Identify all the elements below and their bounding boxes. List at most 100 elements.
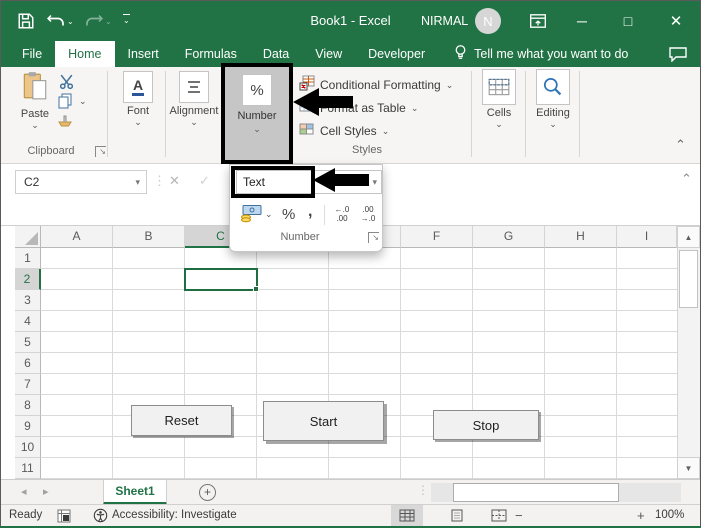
zoom-level[interactable]: 100% [655,509,684,521]
number-dialog-launcher[interactable]: ↘ [368,232,379,243]
row-header-9[interactable]: 9 [15,416,41,437]
alignment-icon [179,71,209,103]
collapse-ribbon-icon[interactable]: ⌃ [675,137,686,153]
cells-group-button[interactable]: Cells ⌄ [475,69,523,129]
alignment-group-label: Alignment [169,105,219,117]
number-format-dropdown-icon[interactable]: ▾ [372,171,377,193]
view-page-break-button[interactable] [483,505,515,526]
row-header-5[interactable]: 5 [15,332,41,353]
format-painter-icon[interactable] [57,113,73,134]
ribbon-separator [579,71,580,157]
tab-view[interactable]: View [302,41,355,67]
styles-group-label: Styles [352,144,382,156]
fill-handle[interactable] [253,286,259,292]
stop-button[interactable]: Stop [433,410,539,440]
worksheet-cells[interactable] [41,248,677,479]
row-header-10[interactable]: 10 [15,437,41,458]
enter-icon[interactable]: ✓ [199,173,210,189]
clipboard-dialog-launcher[interactable]: ↘ [95,146,106,157]
copy-icon[interactable] [57,92,73,114]
popup-number-label: Number [280,231,320,243]
macro-record-icon[interactable] [57,509,71,526]
number-group-button-highlighted[interactable]: % Number ⌄ [221,63,293,164]
font-group-label: Font [126,105,149,117]
cells-group-label: Cells [486,107,512,119]
row-header-8[interactable]: 8 [15,395,41,416]
column-header-f[interactable]: F [401,226,473,248]
column-header-h[interactable]: H [545,226,617,248]
tab-scroll-grip-icon[interactable]: ⋮ [417,483,429,497]
accounting-dropdown-icon[interactable]: ⌄ [265,210,273,219]
conditional-formatting-button[interactable]: Conditional Formatting ⌄ [299,75,453,94]
name-box-dropdown-icon[interactable]: ▾ [135,171,140,193]
scroll-up-button[interactable]: ▲ [677,226,700,248]
view-page-layout-button[interactable] [441,505,473,526]
row-header-6[interactable]: 6 [15,353,41,374]
ribbon-display-options-icon[interactable] [517,1,559,41]
percent-style-icon[interactable]: % [282,206,295,223]
selected-cell-c2[interactable] [184,268,259,292]
minimize-button[interactable]: ─ [561,1,603,41]
copy-dropdown-icon[interactable]: ⌄ [79,97,87,106]
cs-dropdown-icon: ⌄ [381,125,390,136]
column-header-i[interactable]: I [617,226,677,248]
cells-icon [482,69,516,105]
font-icon: A [123,71,153,103]
select-all-corner[interactable] [15,226,41,248]
select-all-triangle-icon [25,232,38,245]
sheet-nav-right-icon[interactable]: ▸ [43,485,49,498]
row-header-11[interactable]: 11 [15,458,41,479]
formula-bar-grip-icon: ⋮ [153,173,166,188]
maximize-button[interactable]: □ [607,1,649,41]
row-header-7[interactable]: 7 [15,374,41,395]
decrease-decimal-icon[interactable]: .00 →.0 [356,205,380,223]
cell-styles-button[interactable]: Cell Styles ⌄ [299,121,389,140]
sheet-tab-sheet1[interactable]: Sheet1 [103,480,167,505]
cf-dropdown-icon: ⌄ [445,79,454,90]
name-box[interactable]: C2 ▾ [15,170,147,194]
increase-decimal-icon[interactable]: ←.0 .00 [330,205,354,223]
tell-me-box[interactable]: Tell me what you want to do [454,41,628,67]
reset-button[interactable]: Reset [131,405,232,436]
view-normal-button[interactable] [391,505,423,526]
row-header-4[interactable]: 4 [15,311,41,332]
tab-file[interactable]: File [9,41,55,67]
start-button[interactable]: Start [263,401,384,441]
add-sheet-button[interactable]: + [199,484,216,501]
paste-button[interactable]: Paste ⌄ [15,71,55,130]
fat-dropdown-icon: ⌄ [410,102,419,113]
tab-developer[interactable]: Developer [355,41,438,67]
scroll-down-button[interactable]: ▼ [677,457,700,479]
row-header-2-selected[interactable]: 2 [15,269,41,290]
account-name[interactable]: NIRMAL [421,14,468,28]
row-header-3[interactable]: 3 [15,290,41,311]
editing-group-button[interactable]: Editing ⌄ [529,69,577,129]
vertical-scrollbar-thumb[interactable] [679,250,698,308]
alignment-group-button[interactable]: Alignment ⌄ [168,71,220,127]
accessibility-status[interactable]: Accessibility: Investigate [112,509,237,521]
zoom-in-icon[interactable]: + [637,508,645,523]
comment-icon[interactable] [668,46,688,67]
sheet-nav-left-icon[interactable]: ◂ [21,485,27,498]
font-group-button[interactable]: A Font ⌄ [113,71,163,127]
column-header-g[interactable]: G [473,226,545,248]
cancel-icon[interactable]: ✕ [169,173,180,189]
accessibility-icon[interactable] [93,508,108,526]
tab-home[interactable]: Home [55,41,115,67]
avatar[interactable]: N [475,8,501,34]
column-header-a[interactable]: A [41,226,113,248]
close-button[interactable]: ✕ [655,1,697,41]
tab-insert[interactable]: Insert [115,41,172,67]
paste-dropdown-icon: ⌄ [31,120,39,130]
annotation-arrow-text-format-tail [335,174,369,186]
cells-dropdown-icon: ⌄ [495,119,503,129]
accounting-format-icon[interactable] [240,204,262,228]
paste-label: Paste [20,108,50,120]
column-header-b[interactable]: B [113,226,185,248]
horizontal-scrollbar-thumb[interactable] [453,483,619,502]
zoom-out-icon[interactable]: − [515,508,523,523]
popup-separator [324,205,325,225]
comma-style-icon[interactable]: , [308,203,312,221]
collapse-formula-bar-icon[interactable]: ⌃ [681,171,692,187]
row-header-1[interactable]: 1 [15,248,41,269]
